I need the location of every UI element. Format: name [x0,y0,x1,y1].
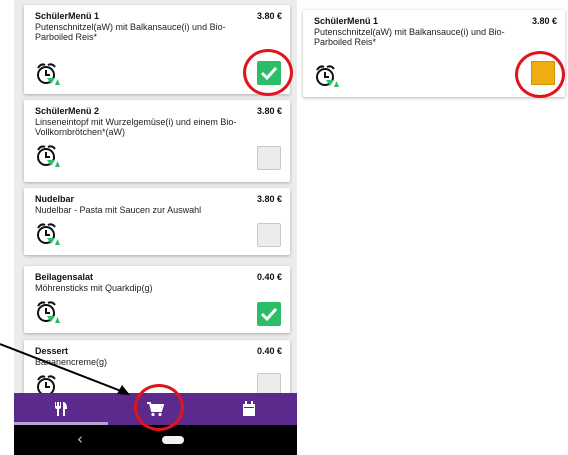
annotation-arrow [0,343,130,395]
